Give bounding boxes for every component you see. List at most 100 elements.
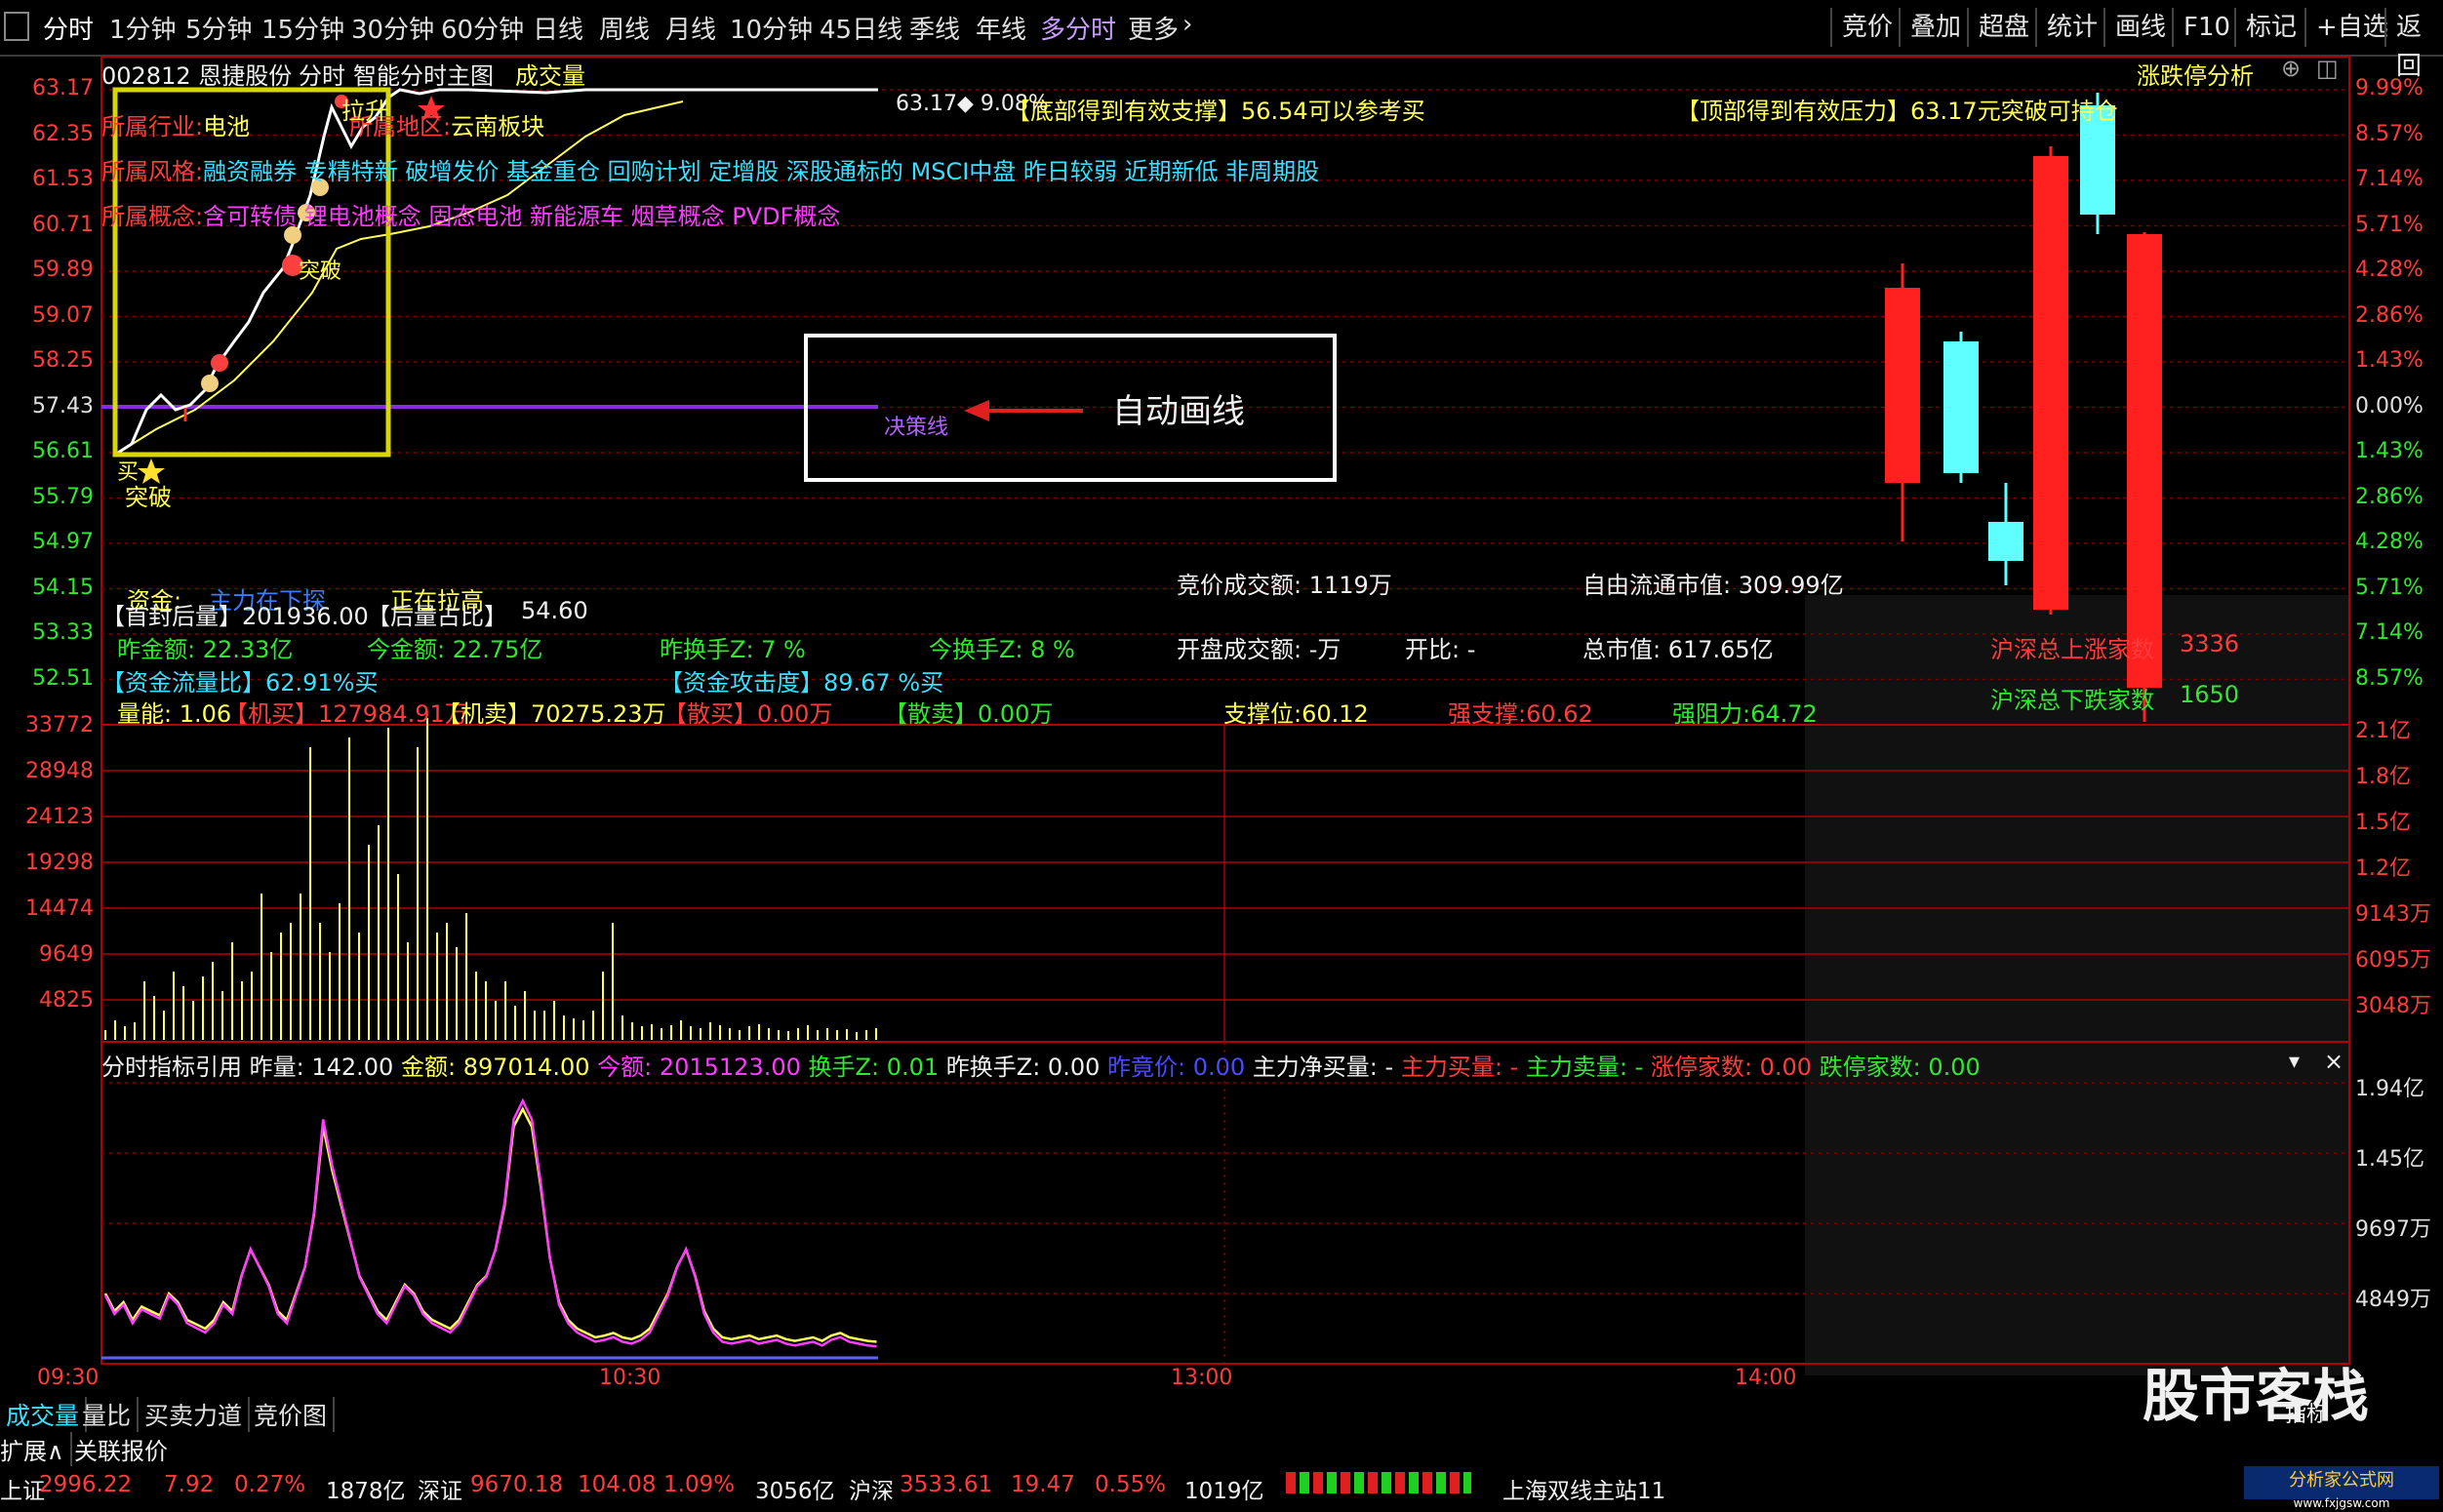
limit-analysis-title[interactable]: 涨跌停分析: [2137, 57, 2254, 91]
industry-label: 所属行业:: [101, 113, 204, 140]
arrow-head-icon: [964, 400, 989, 421]
ind-y-turnover: 昨换手Z: 0.00: [945, 1054, 1101, 1081]
close-icon[interactable]: ×: [2324, 1048, 2343, 1075]
status-bar: 上证 2996.22 7.92 0.27% 1878亿 深证 9670.18 1…: [0, 1466, 2443, 1510]
strong-resistance: 强阻力:64.72: [1672, 700, 1818, 728]
pct-tick-label: 9.99%: [2355, 76, 2423, 100]
seal-ratio-label: 【后量占比】: [367, 603, 507, 630]
chart-mode: 分时: [299, 62, 345, 90]
settings-icon[interactable]: ⊕: [2281, 55, 2301, 82]
volume-tick-label: 28948: [25, 759, 94, 783]
style-label: 所属风格:: [101, 158, 204, 185]
candle-body: [1885, 288, 1920, 483]
retail-sell: 【散卖】0.00万: [884, 700, 1054, 728]
pressure-text: 【顶部得到有效压力】63.17元突破可持仓: [1676, 98, 2118, 125]
ind-main-net: 主力净买量: -: [1252, 1054, 1394, 1081]
pct-tick-label: 8.57%: [2355, 665, 2423, 691]
logo-text: 分析家公式网: [2289, 1470, 2394, 1491]
tab-vol-ratio[interactable]: 量比: [76, 1397, 140, 1432]
pct-tick-label: 0.00%: [2355, 393, 2423, 418]
region-value: 云南板块: [451, 113, 545, 140]
candle-body: [1943, 341, 1979, 473]
price-tick-label: 63.17: [32, 76, 94, 100]
tab-buy-sell-force[interactable]: 买卖力道: [139, 1397, 251, 1432]
logo-url: www.fxjgsw.com: [2293, 1496, 2390, 1510]
expand-button[interactable]: 扩展∧: [0, 1432, 72, 1466]
flow-ratio: 【资金流量比】62.91%买: [101, 669, 379, 696]
candle-body: [2033, 156, 2068, 610]
dropdown-icon[interactable]: ▾: [2289, 1050, 2300, 1074]
indicator-tick-label: 4849万: [2355, 1288, 2431, 1312]
price-tick-label: 53.33: [32, 620, 94, 645]
vol-ratio: 量能: 1.06: [117, 700, 232, 728]
candle-body: [2127, 234, 2162, 688]
pct-tick-label: 4.28%: [2355, 258, 2423, 282]
up-count: 3336: [2180, 630, 2240, 657]
open-amount: 开盘成交额: -万: [1177, 636, 1342, 663]
indicator-tick-label: 1.45亿: [2355, 1147, 2424, 1172]
hs-label: 沪深: [849, 1479, 894, 1504]
style-value: 融资融券 专精特新 破增发价 基金重仓 回购计划 定增股 深股通标的 MSCI中…: [203, 158, 1320, 185]
indicator-title[interactable]: 分时指标引用: [101, 1054, 242, 1081]
pct-tick-label: 7.14%: [2355, 620, 2423, 645]
related-quote-button[interactable]: 关联报价: [74, 1432, 168, 1466]
hs-change: 19.47: [1011, 1472, 1075, 1497]
server-name[interactable]: 上海双线主站11: [1502, 1472, 1665, 1505]
ind-yesterday-vol: 昨量: 142.00: [249, 1054, 394, 1081]
volume-tick-label-right: 1.5亿: [2355, 811, 2411, 835]
price-tick-label: 59.89: [32, 258, 94, 282]
tab-volume[interactable]: 成交量: [0, 1397, 88, 1432]
pct-tick-label: 2.86%: [2355, 484, 2423, 509]
volume-tick-label-right: 9143万: [2355, 902, 2431, 927]
time-label-0930: 09:30: [37, 1366, 100, 1390]
sh-pct: 0.27%: [234, 1472, 306, 1497]
hs-amt: 1019亿: [1184, 1479, 1264, 1504]
tab-auction-chart[interactable]: 竞价图: [248, 1397, 336, 1432]
auction-amount: 竞价成交额: 1119万: [1177, 572, 1392, 599]
total-cap: 总市值: 617.65亿: [1582, 636, 1774, 663]
volume-tick-label: 14474: [25, 896, 94, 921]
auto-draw-label: 自动画线: [1112, 392, 1245, 431]
volume-tick-label: 19298: [25, 851, 94, 875]
industry-value: 电池: [203, 113, 251, 140]
inst-buy: 【机买】127984.91万: [224, 700, 468, 728]
hs-pct: 0.55%: [1095, 1472, 1167, 1497]
indicator-tick-label: 1.94亿: [2355, 1077, 2424, 1101]
sh-value: 2996.22: [39, 1472, 133, 1497]
pct-tick-label: 5.71%: [2355, 575, 2423, 600]
volume-tag[interactable]: 成交量: [515, 57, 585, 91]
ind-limit-down: 跌停家数: 0.00: [1819, 1054, 1981, 1081]
float-cap: 自由流通市值: 309.99亿: [1582, 572, 1844, 599]
main-chart-title[interactable]: 智能分时主图: [353, 57, 494, 91]
indicator-tag[interactable]: 指标: [2285, 1397, 2328, 1428]
price-tick-label: 55.79: [32, 484, 94, 509]
industry-row: 所属行业:电池: [101, 107, 250, 141]
seal-ratio-value: 54.60: [521, 597, 588, 624]
candle-body: [1988, 522, 2023, 561]
sh-amt: 1878亿: [326, 1479, 406, 1504]
volume-tick-label-right: 2.1亿: [2355, 719, 2411, 743]
ind-today: 今额: 2015123.00: [597, 1054, 801, 1081]
volume-tick-label: 4825: [39, 988, 94, 1013]
open-ratio: 开比: -: [1405, 636, 1476, 663]
time-label-1400: 14:00: [1735, 1366, 1797, 1390]
volume-tick-label: 33772: [25, 713, 94, 737]
window-icon[interactable]: ◫: [2316, 55, 2339, 82]
pct-tick-label: 2.86%: [2355, 302, 2423, 328]
yesterday-turnover: 昨换手Z: 7 %: [660, 636, 806, 663]
strong-support: 强支撑:60.62: [1448, 700, 1593, 728]
price-tick-label: 60.71: [32, 212, 94, 237]
ind-auction-price: 昨竟价: 0.00: [1107, 1054, 1246, 1081]
volume-tick-label-right: 1.2亿: [2355, 856, 2411, 881]
time-label-1030: 10:30: [599, 1366, 661, 1390]
price-line: [114, 88, 878, 457]
price-tick-label: 58.25: [32, 348, 94, 373]
indicator-header: 分时指标引用 昨量: 142.00 金额: 897014.00 今额: 2015…: [101, 1048, 1981, 1082]
volume-tick-label-right: 3048万: [2355, 994, 2431, 1018]
pct-tick-label: 5.71%: [2355, 212, 2423, 237]
style-row: 所属风格:融资融券 专精特新 破增发价 基金重仓 回购计划 定增股 深股通标的 …: [101, 152, 1319, 186]
volume-tick-label: 9649: [39, 942, 94, 967]
price-tick-label: 62.35: [32, 121, 94, 146]
price-tick-label: 57.43: [32, 393, 94, 418]
concept-label: 所属概念:: [101, 203, 204, 230]
